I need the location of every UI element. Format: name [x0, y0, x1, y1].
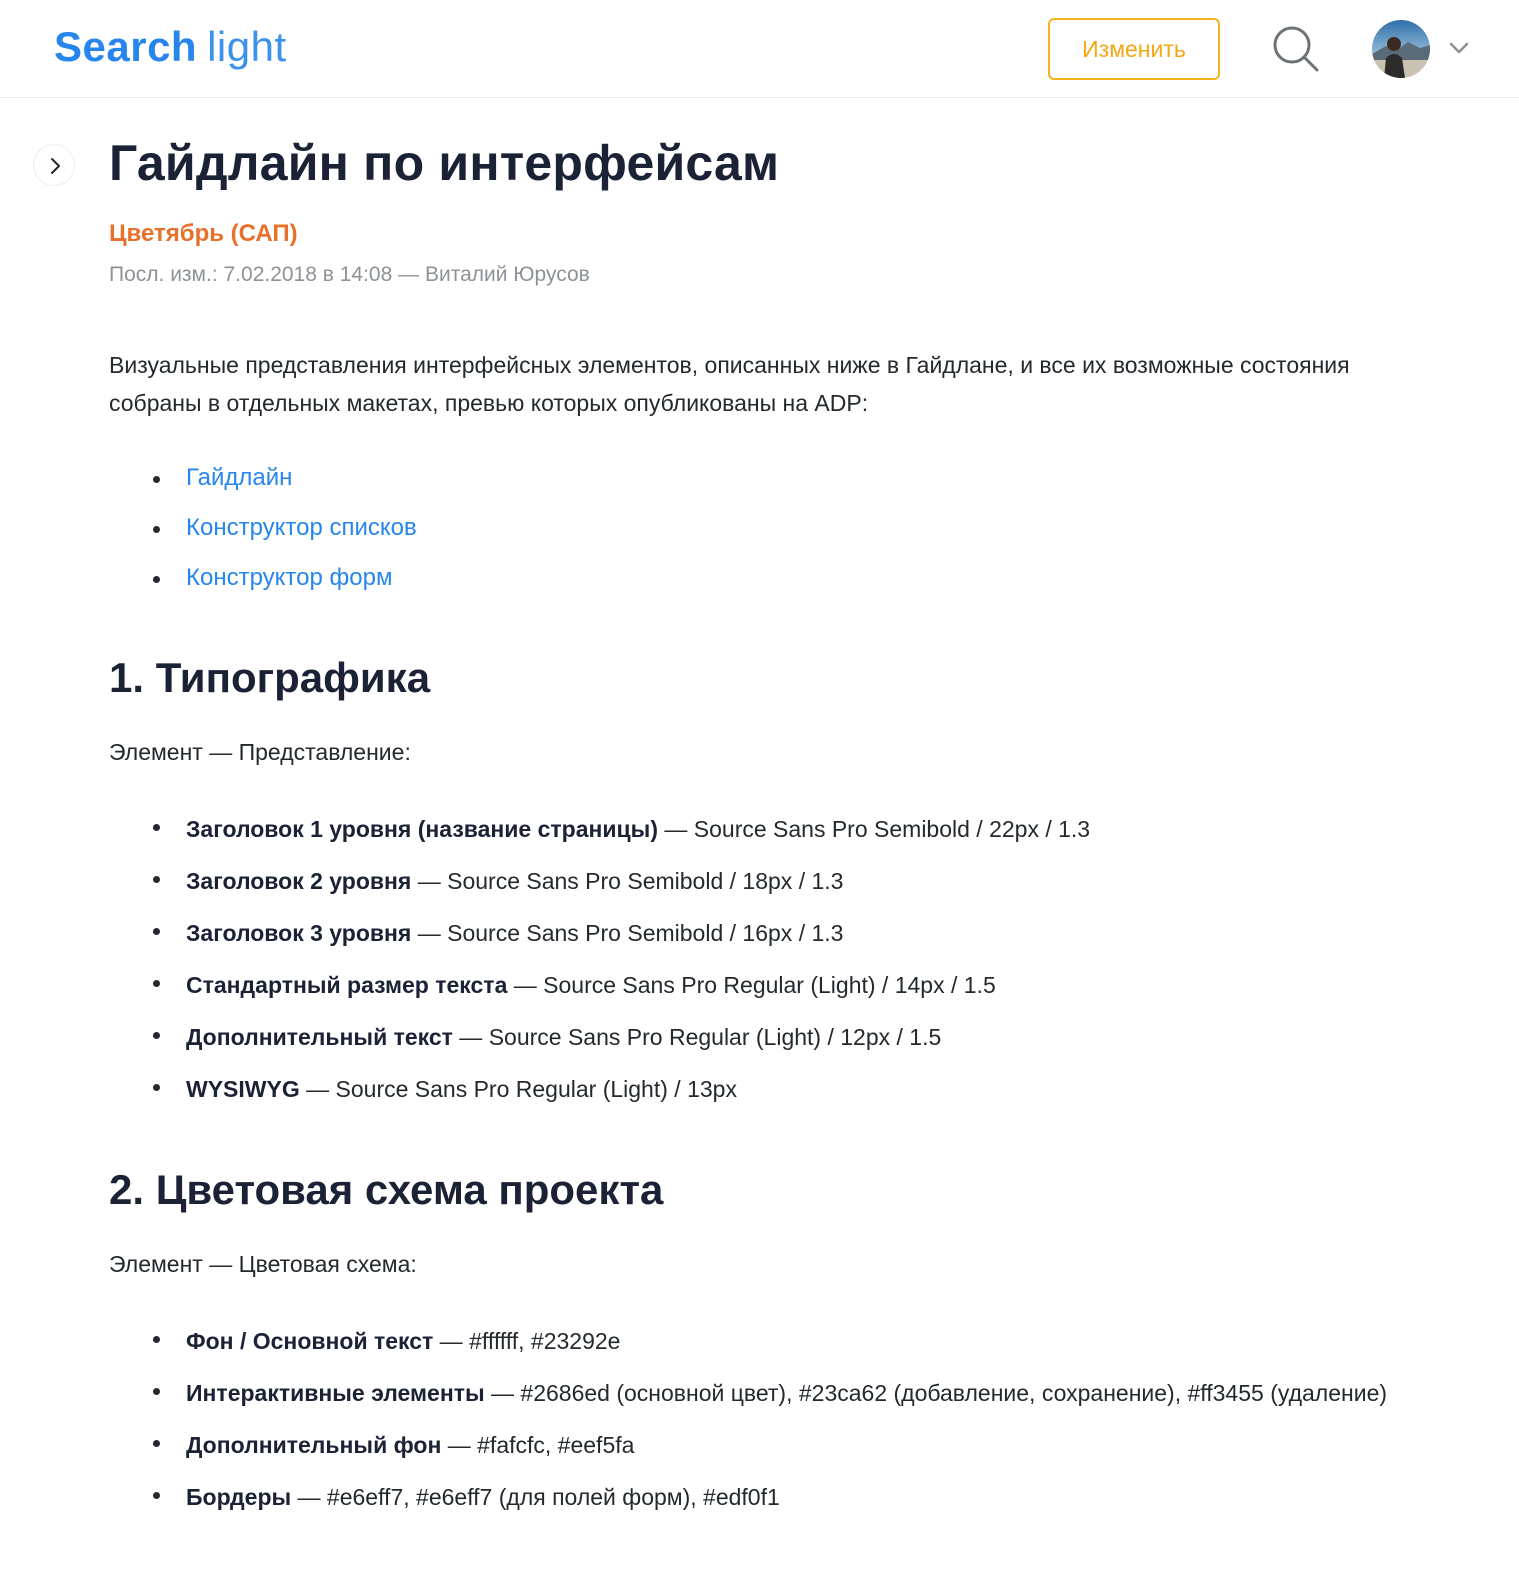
list-item: Заголовок 3 уровня — Source Sans Pro Sem… [109, 914, 1399, 952]
space-name-link[interactable]: Цветябрь (САП) [109, 218, 1409, 250]
list-item-desc: — Source Sans Pro Regular (Light) / 14px… [507, 972, 996, 998]
list-item: Фон / Основной текст — #ffffff, #23292e [109, 1322, 1399, 1360]
list-item: Бордеры — #e6eff7, #e6eff7 (для полей фо… [109, 1478, 1399, 1516]
list-item-term: Дополнительный фон [186, 1432, 442, 1458]
list-item-desc: — #e6eff7, #e6eff7 (для полей форм), #ed… [291, 1484, 780, 1510]
list-item: Интерактивные элементы — #2686ed (основн… [109, 1374, 1399, 1412]
section-heading-color-scheme: 2. Цветовая схема проекта [109, 1166, 664, 1213]
list-item-term: Заголовок 2 уровня [186, 868, 412, 894]
list-item-desc: — #fafcfc, #eef5fa [441, 1432, 635, 1458]
section-heading-typography: 1. Типографика [109, 654, 431, 701]
list-item-term: Стандартный размер текста [186, 972, 508, 998]
link-guideline[interactable]: Гайдлайн [186, 464, 292, 491]
list-item-desc: — Source Sans Pro Regular (Light) / 12px… [452, 1024, 942, 1050]
list-item-desc: — Source Sans Pro Semibold / 16px / 1.3 [411, 920, 844, 946]
page-content: Гайдлайн по интерфейсам Цветябрь (САП) П… [109, 130, 1409, 1530]
list-item-term: Дополнительный текст [186, 1024, 453, 1050]
list-item: WYSIWYG — Source Sans Pro Regular (Light… [109, 1070, 1399, 1108]
list-item-term: Заголовок 3 уровня [186, 920, 412, 946]
section-lead: Элемент — Цветовая схема: [109, 1251, 417, 1277]
logo-bold-text: Search [54, 23, 198, 70]
typography-list: Заголовок 1 уровня (название страницы) —… [109, 810, 1409, 1108]
logo-light-text: light [207, 23, 287, 70]
chevron-right-icon [51, 158, 60, 174]
list-item-term: Интерактивные элементы [186, 1380, 485, 1406]
list-item-term: Фон / Основной текст [186, 1328, 434, 1354]
intro-paragraph: Визуальные представления интерфейсных эл… [109, 352, 1350, 416]
list-item-desc: — Source Sans Pro Semibold / 18px / 1.3 [411, 868, 844, 894]
chevron-down-icon[interactable] [1448, 40, 1470, 56]
list-item-term: Бордеры [186, 1484, 292, 1510]
avatar[interactable] [1372, 20, 1430, 78]
list-item: Заголовок 1 уровня (название страницы) —… [109, 810, 1399, 848]
mockup-links-list: Гайдлайн Конструктор списков Конструктор… [109, 462, 1409, 594]
logo[interactable]: Search light [54, 22, 287, 72]
last-modified-meta: Посл. изм.: 7.02.2018 в 14:08 — Виталий … [109, 263, 590, 286]
list-item: Стандартный размер текста — Source Sans … [109, 966, 1399, 1004]
list-item: Дополнительный фон — #fafcfc, #eef5fa [109, 1426, 1399, 1464]
edit-button[interactable]: Изменить [1048, 18, 1220, 80]
sidebar-toggle-button[interactable] [33, 144, 75, 186]
list-item: Конструктор списков [109, 512, 1409, 544]
color-scheme-list: Фон / Основной текст — #ffffff, #23292e … [109, 1322, 1409, 1516]
list-item-term: WYSIWYG [186, 1076, 300, 1102]
list-item: Гайдлайн [109, 462, 1409, 494]
search-icon[interactable] [1272, 25, 1320, 73]
list-item: Конструктор форм [109, 562, 1409, 594]
list-item-term: Заголовок 1 уровня (название страницы) [186, 816, 658, 842]
link-form-builder[interactable]: Конструктор форм [186, 564, 392, 591]
list-item-desc: — Source Sans Pro Regular (Light) / 13px [299, 1076, 737, 1102]
list-item: Заголовок 2 уровня — Source Sans Pro Sem… [109, 862, 1399, 900]
link-list-builder[interactable]: Конструктор списков [186, 514, 417, 541]
list-item: Дополнительный текст — Source Sans Pro R… [109, 1018, 1399, 1056]
top-header: Search light Изменить [0, 0, 1519, 98]
page-title: Гайдлайн по интерфейсам [109, 135, 780, 191]
list-item-desc: — #ffffff, #23292e [433, 1328, 621, 1354]
section-lead: Элемент — Представление: [109, 739, 411, 765]
list-item-desc: — Source Sans Pro Semibold / 22px / 1.3 [657, 816, 1091, 842]
list-item-desc: — #2686ed (основной цвет), #23ca62 (доба… [484, 1380, 1388, 1406]
